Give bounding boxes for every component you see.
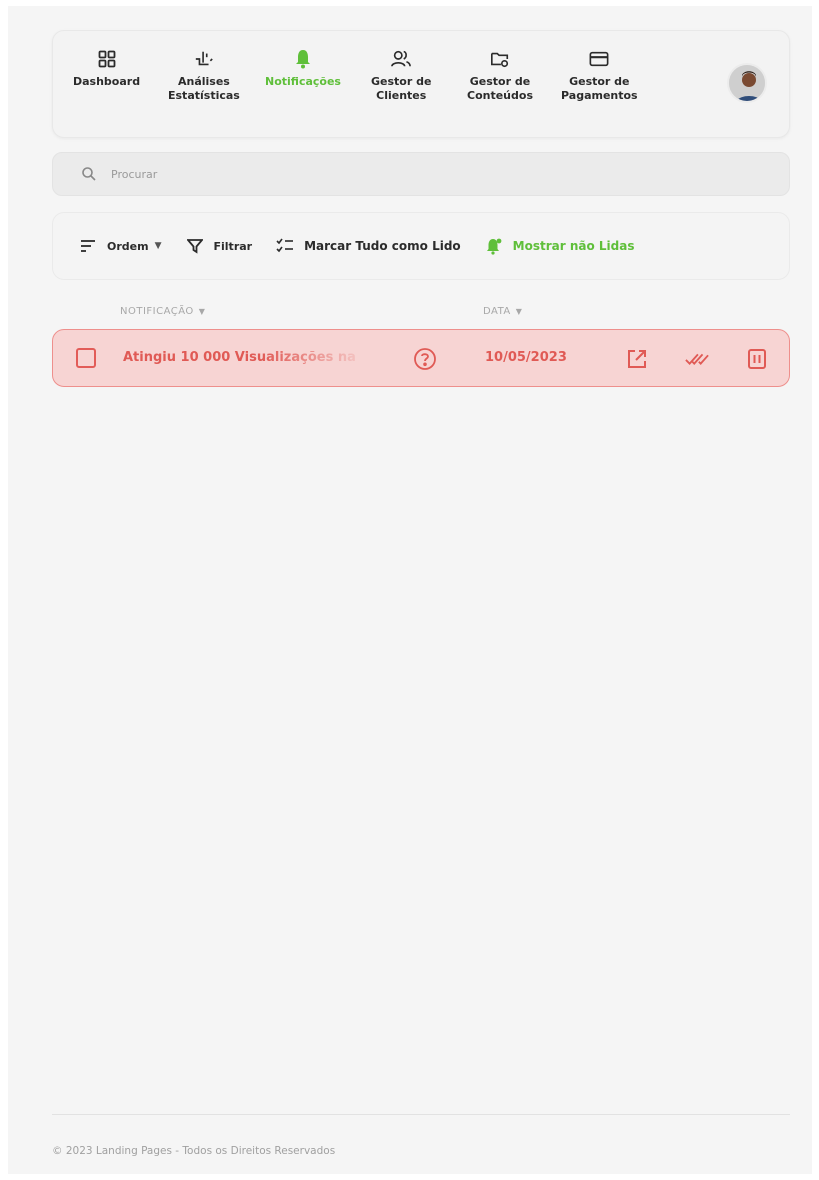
analytics-icon: [194, 49, 214, 69]
bell-alert-icon: [485, 237, 503, 255]
order-dropdown[interactable]: Ordem ▼: [79, 237, 162, 255]
double-check-icon[interactable]: [685, 347, 709, 371]
row-checkbox[interactable]: [76, 348, 96, 368]
nav-item-dashboard[interactable]: Dashboard: [73, 49, 140, 89]
nav-label-clients: Gestor de Clientes: [371, 75, 432, 102]
column-header-date-label: DATA: [483, 306, 511, 317]
bell-icon: [293, 49, 313, 69]
open-external-icon[interactable]: [625, 347, 649, 371]
sort-icon: [79, 237, 97, 255]
top-navigation: Dashboard Análises Estatísticas Notifica…: [52, 30, 790, 138]
folder-settings-icon: [490, 49, 510, 69]
nav-item-contents[interactable]: Gestor de Conteúdos: [467, 49, 533, 103]
footer-copyright: © 2023 Landing Pages - Todos os Direitos…: [52, 1145, 336, 1157]
column-header-notification-label: NOTIFICAÇÃO: [120, 306, 194, 317]
order-label: Ordem: [107, 239, 149, 253]
nav-label-payments: Gestor de Pagamentos: [561, 75, 638, 102]
nav-label-contents: Gestor de Conteúdos: [467, 75, 533, 102]
nav-item-notifications[interactable]: Notificações: [265, 49, 341, 89]
user-avatar-icon: [729, 65, 765, 101]
avatar[interactable]: [727, 63, 767, 103]
nav-label-dashboard: Dashboard: [73, 75, 141, 88]
filter-label: Filtrar: [213, 239, 253, 253]
search-bar: [52, 152, 790, 196]
notifications-toolbar: Ordem ▼ Filtrar Marcar Tudo como Lido Mo…: [52, 212, 790, 280]
nav-label-notifications: Notificações: [265, 75, 341, 88]
nav-item-clients[interactable]: Gestor de Clientes: [371, 49, 431, 103]
filter-button[interactable]: Filtrar: [186, 237, 253, 255]
notification-title: Atingiu 10 000 Visualizações na: [123, 350, 356, 365]
help-circle-icon[interactable]: [413, 347, 437, 371]
nav-label-analytics: Análises Estatísticas: [168, 75, 240, 102]
filter-icon: [186, 237, 204, 255]
checklist-icon: [276, 237, 294, 255]
credit-card-icon: [589, 49, 609, 69]
search-input[interactable]: [111, 167, 611, 181]
search-icon: [81, 166, 97, 182]
footer-divider: [52, 1114, 790, 1115]
users-icon: [391, 49, 412, 69]
nav-item-analytics[interactable]: Análises Estatísticas: [168, 49, 240, 103]
mark-all-read-button[interactable]: Marcar Tudo como Lido: [276, 237, 461, 255]
dashboard-icon: [97, 49, 117, 69]
column-header-notification[interactable]: NOTIFICAÇÃO ▼: [120, 306, 205, 317]
caret-down-icon: ▼: [515, 307, 523, 316]
page: Dashboard Análises Estatísticas Notifica…: [8, 6, 812, 1174]
nav-item-payments[interactable]: Gestor de Pagamentos: [561, 49, 638, 103]
show-unread-button[interactable]: Mostrar não Lidas: [485, 237, 635, 255]
column-header-date[interactable]: DATA ▼: [483, 306, 522, 317]
show-unread-label: Mostrar não Lidas: [512, 239, 635, 253]
mark-all-read-label: Marcar Tudo como Lido: [304, 239, 461, 253]
caret-down-icon: ▼: [154, 241, 162, 251]
table-row[interactable]: Atingiu 10 000 Visualizações na 10/05/20…: [52, 329, 790, 387]
delete-icon[interactable]: [745, 347, 769, 371]
notification-date: 10/05/2023: [485, 350, 567, 365]
caret-down-icon: ▼: [198, 307, 206, 316]
